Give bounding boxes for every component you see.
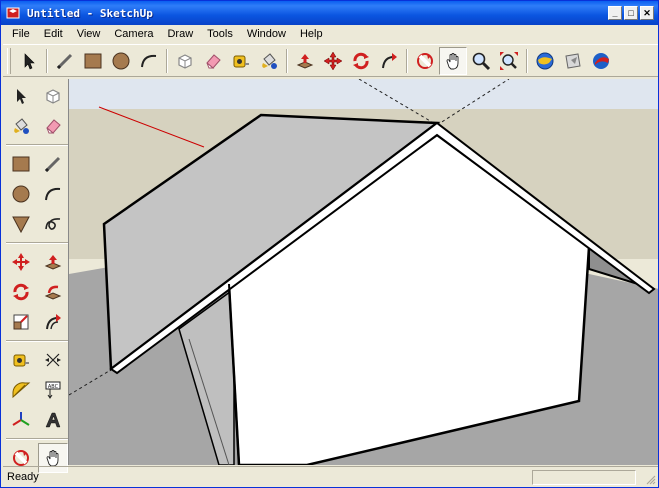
menu-window[interactable]: Window <box>240 25 293 43</box>
menu-bar: File Edit View Camera Draw Tools Window … <box>1 25 658 43</box>
menu-help[interactable]: Help <box>293 25 330 43</box>
menu-file[interactable]: File <box>5 25 37 43</box>
sketchup-app-icon[interactable] <box>5 5 21 21</box>
toolbar-separator <box>286 48 288 73</box>
sky <box>69 79 658 109</box>
rotate-icon[interactable] <box>6 277 36 307</box>
arc-icon[interactable] <box>38 179 68 209</box>
toolbar-separator <box>6 144 68 146</box>
toolbar-separator <box>6 340 68 342</box>
maximize-button[interactable]: □ <box>624 6 638 20</box>
push-pull-icon[interactable] <box>38 247 68 277</box>
left-toolbar: ABC <box>3 81 69 473</box>
orbit-icon[interactable] <box>411 47 439 75</box>
circle-icon[interactable] <box>107 47 135 75</box>
status-text: Ready <box>7 471 39 483</box>
close-button[interactable]: ✕ <box>640 6 654 20</box>
get-models-icon[interactable] <box>531 47 559 75</box>
toolbar-separator <box>526 48 528 73</box>
follow-me-icon[interactable] <box>375 47 403 75</box>
pan-icon[interactable] <box>439 46 467 75</box>
menu-tools[interactable]: Tools <box>200 25 240 43</box>
dimension-icon[interactable] <box>38 345 68 375</box>
svg-text:ABC: ABC <box>48 384 59 390</box>
polygon-icon[interactable] <box>6 209 36 239</box>
tape-measure-icon[interactable] <box>227 47 255 75</box>
drawing-viewport[interactable] <box>68 79 658 465</box>
sketchup-window: Untitled - SketchUp _ □ ✕ File Edit View… <box>0 0 659 488</box>
rotate-icon[interactable] <box>347 47 375 75</box>
move-icon[interactable] <box>319 47 347 75</box>
protractor-icon[interactable] <box>6 375 36 405</box>
line-icon[interactable] <box>51 47 79 75</box>
measurements-box[interactable] <box>532 470 636 485</box>
freehand-icon[interactable] <box>38 209 68 239</box>
zoom-icon[interactable] <box>467 47 495 75</box>
make-component-icon[interactable] <box>171 47 199 75</box>
move-icon[interactable] <box>6 247 36 277</box>
push-pull-icon[interactable] <box>291 47 319 75</box>
toolbar-separator <box>46 48 48 73</box>
eraser-icon[interactable] <box>199 47 227 75</box>
main-toolbar <box>3 44 658 77</box>
resize-grip-icon[interactable] <box>644 473 656 485</box>
zoom-extents-icon[interactable] <box>495 47 523 75</box>
paint-bucket-icon[interactable] <box>6 111 36 141</box>
text-icon[interactable]: ABC <box>38 375 68 405</box>
paint-bucket-icon[interactable] <box>255 47 283 75</box>
toolbar-grip[interactable] <box>7 47 11 74</box>
scale-icon[interactable] <box>6 307 36 337</box>
select-icon[interactable] <box>15 47 43 75</box>
title-bar[interactable]: Untitled - SketchUp _ □ ✕ <box>1 1 658 25</box>
line-icon[interactable] <box>38 149 68 179</box>
menu-view[interactable]: View <box>70 25 108 43</box>
window-title: Untitled - SketchUp <box>27 6 153 20</box>
eraser-icon[interactable] <box>38 111 68 141</box>
tape-measure-icon[interactable] <box>6 345 36 375</box>
share-model-icon[interactable] <box>559 47 587 75</box>
3d-text-icon[interactable] <box>38 405 68 435</box>
status-bar: Ready <box>3 466 658 487</box>
toolbar-separator <box>6 438 68 440</box>
menu-camera[interactable]: Camera <box>107 25 160 43</box>
circle-icon[interactable] <box>6 179 36 209</box>
axes-icon[interactable] <box>6 405 36 435</box>
menu-draw[interactable]: Draw <box>160 25 200 43</box>
rectangle-icon[interactable] <box>6 149 36 179</box>
make-component-icon[interactable] <box>38 81 68 111</box>
toolbar-separator <box>406 48 408 73</box>
menu-edit[interactable]: Edit <box>37 25 70 43</box>
toolbar-separator <box>6 242 68 244</box>
minimize-button[interactable]: _ <box>608 6 622 20</box>
google-earth-icon[interactable] <box>587 47 615 75</box>
toolbar-separator <box>166 48 168 73</box>
rectangle-icon[interactable] <box>79 47 107 75</box>
arc-icon[interactable] <box>135 47 163 75</box>
follow-me-icon[interactable] <box>38 277 68 307</box>
select-icon[interactable] <box>6 81 36 111</box>
offset-icon[interactable] <box>38 307 68 337</box>
